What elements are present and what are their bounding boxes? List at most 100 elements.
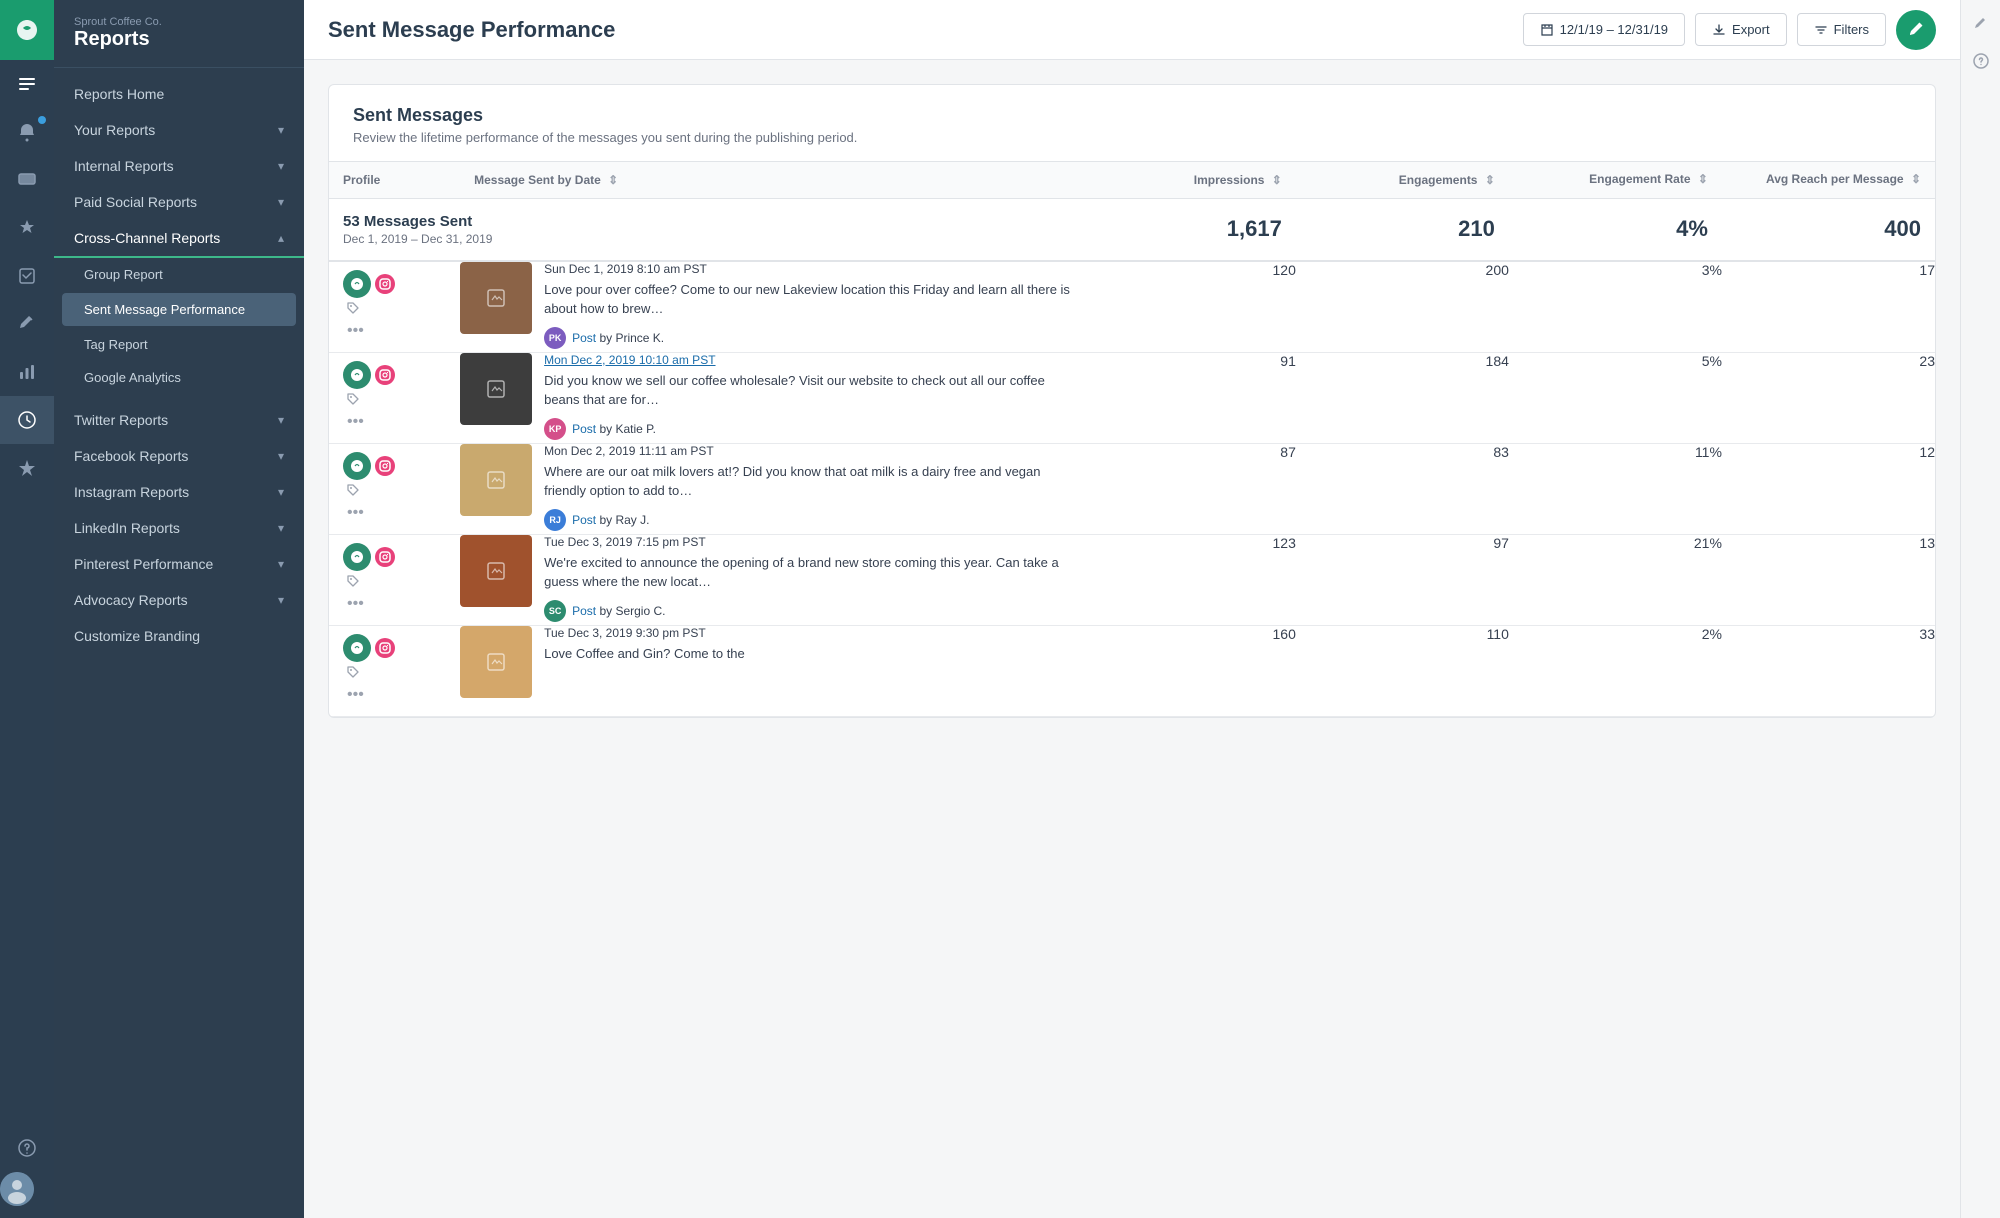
sort-icon[interactable]: ⇕ [608, 173, 618, 187]
post-link[interactable]: Post [572, 331, 596, 345]
nav-star-icon[interactable] [0, 444, 54, 492]
app-logo[interactable] [0, 0, 54, 60]
profile-cell: ••• [329, 444, 460, 534]
page-title: Sent Message Performance [328, 17, 615, 43]
main-area: Sent Message Performance 12/1/19 – 12/31… [304, 0, 1960, 1218]
tag-icon[interactable] [343, 571, 363, 591]
sidebar-item-paid-social[interactable]: Paid Social Reports ▾ [54, 184, 304, 220]
table-row: ••• Tue Dec 3, 2019 7:15 pm PST We're ex… [329, 534, 1935, 625]
card-description: Review the lifetime performance of the m… [353, 130, 1911, 145]
summary-date: Dec 1, 2019 – Dec 31, 2019 [343, 232, 1069, 246]
sprout-icon [343, 361, 371, 389]
sidebar-item-instagram[interactable]: Instagram Reports ▾ [54, 474, 304, 510]
message-text-area: Mon Dec 2, 2019 11:11 am PST Where are o… [544, 444, 1083, 531]
icon-rail [0, 0, 54, 1218]
col-header-profile: Profile [329, 162, 460, 198]
top-bar: Sent Message Performance 12/1/19 – 12/31… [304, 0, 1960, 60]
export-button[interactable]: Export [1695, 13, 1787, 46]
sprout-icon [343, 543, 371, 571]
col-header-impressions[interactable]: Impressions ⇕ [1083, 162, 1296, 198]
more-options-icon[interactable]: ••• [343, 682, 446, 708]
message-thumbnail [460, 353, 532, 425]
tag-icon[interactable] [343, 389, 363, 409]
post-link[interactable]: Post [572, 422, 596, 436]
col-header-avg-reach[interactable]: Avg Reach per Message ⇕ [1722, 162, 1935, 198]
filters-button[interactable]: Filters [1797, 13, 1886, 46]
engagements-cell: 200 [1296, 261, 1509, 353]
sidebar-item-linkedin[interactable]: LinkedIn Reports ▾ [54, 510, 304, 546]
compose-button[interactable] [1896, 10, 1936, 50]
sidebar-subitem-google-analytics[interactable]: Google Analytics [54, 361, 304, 394]
more-options-icon[interactable]: ••• [343, 500, 446, 526]
sidebar-subitem-sent-message[interactable]: Sent Message Performance [62, 293, 296, 326]
summary-engagements: 210 [1296, 198, 1509, 261]
author-avatar: SC [544, 600, 566, 622]
engagements-cell: 110 [1296, 625, 1509, 716]
right-rail-compose-icon[interactable] [1973, 16, 1989, 37]
sidebar-item-twitter[interactable]: Twitter Reports ▾ [54, 402, 304, 438]
avg-reach-cell: 33 [1722, 625, 1935, 716]
table-row: ••• Mon Dec 2, 2019 11:11 am PST Where a… [329, 443, 1935, 534]
date-range-button[interactable]: 12/1/19 – 12/31/19 [1523, 13, 1685, 46]
more-options-icon[interactable]: ••• [343, 318, 446, 344]
chevron-down-icon: ▾ [278, 521, 284, 535]
sort-icon[interactable]: ⇕ [1698, 172, 1708, 186]
author-avatar: KP [544, 418, 566, 440]
engagement-rate-cell: 2% [1509, 625, 1722, 716]
sidebar-subitem-group-report[interactable]: Group Report [54, 258, 304, 291]
col-header-engagements[interactable]: Engagements ⇕ [1296, 162, 1509, 198]
right-rail-help-icon[interactable] [1973, 53, 1989, 74]
tag-icon[interactable] [343, 662, 363, 682]
author-avatar: PK [544, 327, 566, 349]
more-options-icon[interactable]: ••• [343, 591, 446, 617]
message-date: Mon Dec 2, 2019 11:11 am PST [544, 444, 1083, 458]
sort-icon[interactable]: ⇕ [1272, 173, 1282, 187]
nav-help-icon[interactable] [0, 1124, 54, 1172]
nav-notifications-icon[interactable] [0, 108, 54, 156]
instagram-icon [375, 456, 395, 476]
sidebar-item-facebook[interactable]: Facebook Reports ▾ [54, 438, 304, 474]
filters-icon [1814, 23, 1828, 37]
nav-tasks-icon[interactable] [0, 252, 54, 300]
message-author: Post by Prince K. [572, 331, 664, 345]
sidebar-item-reports-home[interactable]: Reports Home [54, 76, 304, 112]
user-avatar[interactable] [0, 1172, 34, 1206]
sort-icon[interactable]: ⇕ [1485, 173, 1495, 187]
nav-reports-icon[interactable] [0, 60, 54, 108]
message-date[interactable]: Mon Dec 2, 2019 10:10 am PST [544, 353, 1083, 367]
content-area: Sent Messages Review the lifetime perfor… [304, 60, 1960, 1218]
message-content-cell: Mon Dec 2, 2019 11:11 am PST Where are o… [460, 443, 1083, 534]
nav-compose-icon[interactable] [0, 300, 54, 348]
message-author-row: SC Post by Sergio C. [544, 600, 1083, 622]
sidebar-subitem-tag-report[interactable]: Tag Report [54, 328, 304, 361]
col-header-engagement-rate[interactable]: Engagement Rate ⇕ [1509, 162, 1722, 198]
message-author-row: PK Post by Prince K. [544, 327, 1083, 349]
sidebar-item-your-reports[interactable]: Your Reports ▾ [54, 112, 304, 148]
tag-icon[interactable] [343, 480, 363, 500]
tag-icon[interactable] [343, 298, 363, 318]
message-author: Post by Ray J. [572, 513, 649, 527]
sort-icon[interactable]: ⇕ [1911, 172, 1921, 186]
message-author: Post by Katie P. [572, 422, 656, 436]
chevron-up-icon: ▴ [278, 231, 284, 245]
nav-messages-icon[interactable] [0, 156, 54, 204]
sidebar-item-internal-reports[interactable]: Internal Reports ▾ [54, 148, 304, 184]
sidebar-item-advocacy[interactable]: Advocacy Reports ▾ [54, 582, 304, 618]
post-link[interactable]: Post [572, 604, 596, 618]
message-body: We're excited to announce the opening of… [544, 553, 1083, 592]
sidebar-item-pinterest[interactable]: Pinterest Performance ▾ [54, 546, 304, 582]
export-icon [1712, 23, 1726, 37]
post-link[interactable]: Post [572, 513, 596, 527]
col-header-message[interactable]: Message Sent by Date ⇕ [460, 162, 1083, 198]
more-options-icon[interactable]: ••• [343, 409, 446, 435]
nav-analytics-icon[interactable] [0, 348, 54, 396]
report-table: Profile Message Sent by Date ⇕ Impressio… [329, 162, 1935, 717]
message-author-row: KP Post by Katie P. [544, 418, 1083, 440]
nav-pin-icon[interactable] [0, 204, 54, 252]
table-row: ••• Tue Dec 3, 2019 9:30 pm PST Love Cof… [329, 625, 1935, 716]
sidebar-item-cross-channel[interactable]: Cross-Channel Reports ▴ [54, 220, 304, 258]
instagram-icon [375, 274, 395, 294]
nav-reports-bar-icon[interactable] [0, 396, 54, 444]
top-bar-actions: 12/1/19 – 12/31/19 Export Filters [1523, 10, 1936, 50]
sidebar-item-customize[interactable]: Customize Branding [54, 618, 304, 654]
